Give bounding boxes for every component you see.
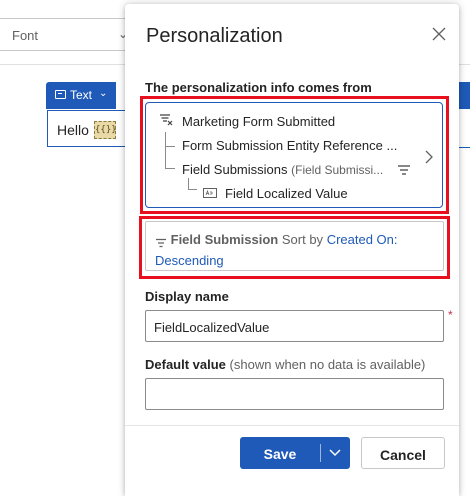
tree-connector	[165, 132, 166, 168]
cancel-button-label: Cancel	[380, 447, 426, 463]
display-name-value: FieldLocalizedValue	[154, 320, 270, 335]
sort-entity: Field Submission	[170, 232, 279, 247]
source-entity-reference: Form Submission Entity Reference ...	[182, 138, 398, 153]
source-attribute: Field Localized Value	[225, 186, 348, 201]
text-element-label: Text	[70, 88, 93, 102]
font-select-value: Font	[12, 28, 39, 43]
toolbar-divider-right	[459, 64, 470, 65]
personalization-source-card[interactable]: Marketing Form Submitted Form Submission…	[145, 102, 443, 208]
default-value-field[interactable]	[145, 378, 444, 410]
sort-direction-link[interactable]: Descending	[155, 253, 224, 268]
tree-connector	[188, 178, 189, 189]
personalization-panel: Personalization The personalization info…	[125, 4, 459, 496]
personalization-token-icon[interactable]: {{}}	[94, 121, 117, 139]
cancel-button[interactable]: Cancel	[361, 437, 445, 469]
text-element-hello: Hello	[57, 122, 89, 138]
text-element-button[interactable]: Text ⌄	[46, 82, 116, 109]
close-icon[interactable]	[428, 23, 450, 45]
font-select[interactable]: Font ⌄	[0, 18, 133, 51]
tree-connector	[188, 189, 197, 190]
text-element-edge	[459, 82, 470, 148]
panel-title: Personalization	[146, 25, 283, 47]
toolbar-divider	[0, 64, 125, 65]
text-field-icon	[203, 185, 217, 203]
sort-settings: Field Submission Sort by Created On: Des…	[145, 221, 444, 271]
save-button[interactable]: Save	[240, 437, 350, 469]
source-relation-hint: (Field Submissi...	[291, 163, 384, 177]
text-element-content[interactable]: Hello {{}}	[47, 110, 127, 147]
text-icon	[55, 90, 66, 99]
filter-icon[interactable]	[397, 163, 411, 181]
filter-icon	[155, 236, 167, 247]
source-relation: Field Submissions (Field Submissi...	[182, 162, 383, 177]
default-value-hint: (shown when no data is available)	[229, 357, 426, 372]
source-relation-name: Field Submissions	[182, 162, 288, 177]
source-trigger: Marketing Form Submitted	[182, 114, 336, 129]
footer-divider	[125, 425, 459, 426]
save-split-divider	[320, 444, 321, 462]
chevron-down-icon[interactable]	[325, 445, 345, 461]
display-name-label: Display name	[145, 289, 229, 304]
tree-connector	[165, 146, 175, 147]
source-section-label: The personalization info comes from	[145, 80, 372, 95]
default-value-label-text: Default value	[145, 357, 226, 372]
filter-trigger-icon	[159, 113, 173, 132]
sort-line: Field Submission Sort by Created On:	[155, 232, 398, 247]
sort-field-link[interactable]: Created On:	[327, 232, 398, 247]
required-indicator: *	[448, 308, 453, 322]
save-button-label: Save	[263, 446, 297, 462]
chevron-right-icon	[424, 150, 434, 164]
tree-connector	[165, 168, 175, 169]
display-name-field[interactable]: FieldLocalizedValue	[145, 310, 444, 342]
default-value-label: Default value (shown when no data is ava…	[145, 357, 425, 372]
sort-by-text: Sort by	[281, 232, 324, 247]
sort-direction-row: Descending	[155, 253, 224, 268]
chevron-down-icon: ⌄	[99, 88, 108, 99]
